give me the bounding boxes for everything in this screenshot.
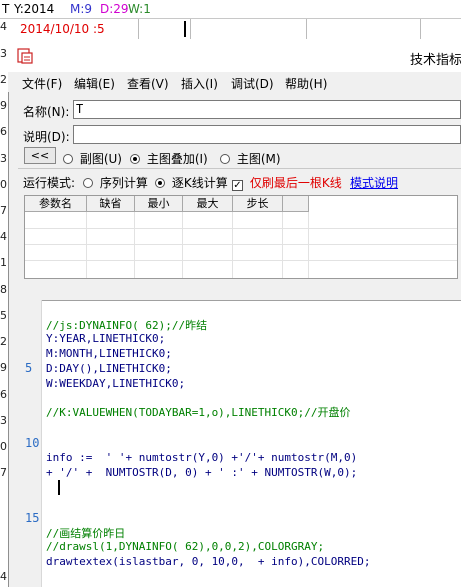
grid-line xyxy=(232,212,233,278)
chart-grid-line xyxy=(190,19,191,39)
checkbox-last-bar-only[interactable]: ✓ 仅刷最后一根K线 xyxy=(232,174,342,191)
axis-digit: 9 xyxy=(0,99,7,112)
radio-sequence-label: 序列计算 xyxy=(99,176,148,190)
axis-digit: 9 xyxy=(0,361,7,374)
code-line: //画结算价昨日 xyxy=(46,527,126,540)
menu-debug[interactable]: 调试(D) xyxy=(231,75,274,92)
collapse-button-label: << xyxy=(30,149,50,162)
indicator-weekday: W:1 xyxy=(128,2,151,16)
radio-per-bar-label: 逐K线计算 xyxy=(171,176,228,190)
radio-circle xyxy=(83,178,93,188)
radio-overlay-label: 主图叠加(I) xyxy=(146,152,208,166)
last-bar-only-label: 仅刷最后一根K线 xyxy=(249,176,342,190)
code-line: D:DAY(),LINETHICK0; xyxy=(46,362,172,375)
code-line: M:MONTH,LINETHICK0; xyxy=(46,347,172,360)
grid-line xyxy=(25,260,457,261)
chart-grid-line xyxy=(420,19,421,39)
grid-line xyxy=(308,212,309,278)
grid-line xyxy=(282,212,283,278)
line-number: 5 xyxy=(25,361,33,375)
axis-digit: 2 xyxy=(0,73,7,86)
radio-subchart[interactable]: 副图(U) xyxy=(63,150,122,167)
code-line: drawtextex(islastbar, 0, 10,0, + info),C… xyxy=(46,555,371,568)
collapse-button[interactable]: << xyxy=(24,147,56,164)
menu-edit[interactable]: 编辑(E) xyxy=(74,75,115,92)
axis-digit: 3 xyxy=(0,414,7,427)
axis-digit: 1 xyxy=(0,256,7,269)
radio-circle xyxy=(220,154,230,164)
axis-digit: 4 xyxy=(0,570,7,583)
column-header[interactable]: 步长 xyxy=(233,196,283,212)
axis-digit: 7 xyxy=(0,204,7,217)
description-label: 说明(D): xyxy=(23,130,70,144)
axis-digit: 7 xyxy=(0,466,7,479)
code-line: //drawsl(1,DYNAINFO( 62),0,0,2),COLORGRA… xyxy=(46,540,325,553)
chart-date-row: 2014/10/10 :5 xyxy=(0,19,461,39)
code-line: W:WEEKDAY,LINETHICK0; xyxy=(46,377,186,390)
axis-digit: 5 xyxy=(0,309,7,322)
grid-line xyxy=(25,244,457,245)
run-mode-label: 运行模式: xyxy=(23,176,76,190)
check-mark-icon: ✓ xyxy=(232,180,243,191)
axis-digit: 3 xyxy=(0,47,7,60)
axis-digit: 0 xyxy=(0,178,7,191)
text-cursor xyxy=(58,480,60,495)
separator xyxy=(18,168,461,169)
line-number: 15 xyxy=(25,511,40,525)
axis-digit: 4 xyxy=(0,230,7,243)
indicator-year: Y:2014 xyxy=(14,2,55,16)
name-label: 名称(N): xyxy=(23,105,70,119)
indicator-value-strip: T Y:2014 M:9 D:29 W:1 xyxy=(0,0,461,19)
chart-cursor-line xyxy=(184,21,186,37)
grid-line xyxy=(182,212,183,278)
radio-per-bar-calc[interactable]: 逐K线计算 xyxy=(155,174,228,191)
code-line: Y:YEAR,LINETHICK0; xyxy=(46,332,166,345)
column-header[interactable]: 最小 xyxy=(135,196,183,212)
grid-line xyxy=(86,212,87,278)
chart-grid-line xyxy=(306,19,307,39)
radio-mainchart[interactable]: 主图(M) xyxy=(220,150,281,167)
indicator-day: D:29 xyxy=(100,2,129,16)
axis-digit: 2 xyxy=(0,335,7,348)
radio-mainchart-label: 主图(M) xyxy=(236,152,281,166)
axis-digit: 6 xyxy=(0,388,7,401)
axis-digit: 4 xyxy=(0,20,7,33)
app-icon xyxy=(17,48,33,64)
code-line: + '/' + NUMTOSTR(D, 0) + ' :' + NUMTOSTR… xyxy=(46,466,358,479)
radio-circle xyxy=(63,154,73,164)
column-header[interactable]: 最大 xyxy=(183,196,233,212)
code-line: //K:VALUEWHEN(TODAYBAR=1,o),LINETHICK0;/… xyxy=(46,406,351,419)
axis-digit: 3 xyxy=(0,152,7,165)
chart-grid-line xyxy=(138,19,139,39)
column-header[interactable]: 参数名 xyxy=(25,196,87,212)
description-input[interactable] xyxy=(73,125,461,144)
axis-digit: 6 xyxy=(0,125,7,138)
window-title: 技术指标 xyxy=(410,53,461,68)
grid-line xyxy=(134,212,135,278)
axis-digit: 0 xyxy=(0,440,7,453)
menu-help[interactable]: 帮助(H) xyxy=(285,75,327,92)
name-input[interactable]: T xyxy=(73,100,461,119)
menu-insert[interactable]: 插入(I) xyxy=(181,75,218,92)
radio-subchart-label: 副图(U) xyxy=(79,152,122,166)
line-number: 10 xyxy=(25,436,40,450)
chart-date-text: 2014/10/10 :5 xyxy=(20,22,105,36)
menu-view[interactable]: 查看(V) xyxy=(127,75,169,92)
indicator-month: M:9 xyxy=(70,2,93,16)
code-line: //js:DYNAINFO( 62);//昨结 xyxy=(46,319,208,332)
menu-file[interactable]: 文件(F) xyxy=(22,75,62,92)
parameter-table[interactable]: 参数名 缺省 最小 最大 步长 xyxy=(24,195,458,279)
radio-circle-selected xyxy=(130,154,140,164)
column-header[interactable]: 缺省 xyxy=(87,196,135,212)
axis-digit: 8 xyxy=(0,283,7,296)
left-axis-labels: 4 4 3 2 9 6 3 0 7 4 1 8 5 2 9 6 3 0 7 4 xyxy=(0,0,8,587)
grid-line xyxy=(25,228,457,229)
mode-help-link[interactable]: 模式说明 xyxy=(350,174,398,191)
code-line: info := ' '+ numtostr(Y,0) +'/'+ numtost… xyxy=(46,451,358,464)
column-header-empty xyxy=(283,196,309,212)
radio-sequence-calc[interactable]: 序列计算 xyxy=(83,174,148,191)
window-titlebar[interactable]: 技术指标 xyxy=(8,40,461,72)
radio-circle-selected xyxy=(155,178,165,188)
radio-overlay[interactable]: 主图叠加(I) xyxy=(130,150,208,167)
